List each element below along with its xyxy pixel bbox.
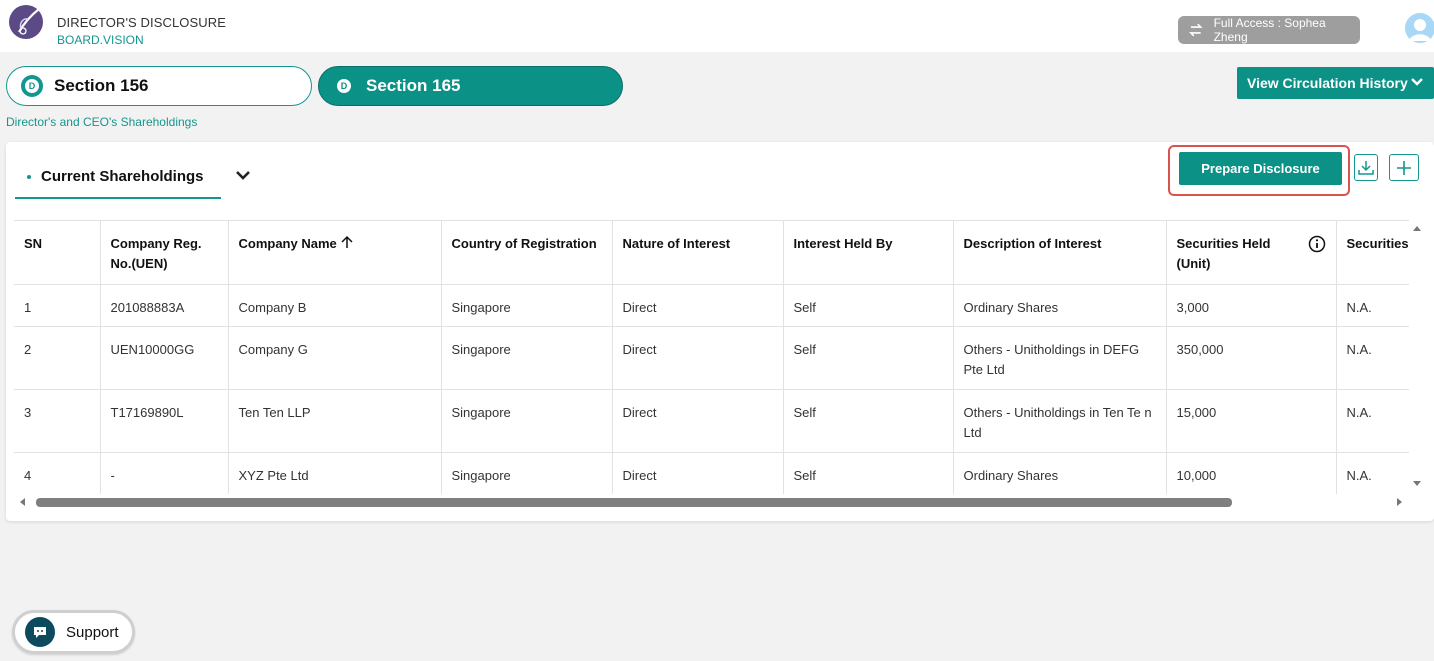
breadcrumb[interactable]: Director's and CEO's Shareholdings <box>6 115 197 129</box>
cell-reg: 201088883A <box>100 284 229 327</box>
prepare-disclosure-button[interactable]: Prepare Disclosure <box>1179 152 1342 185</box>
cell-securities-held: 15,000 <box>1166 389 1337 453</box>
cell-reg: UEN10000GG <box>100 326 229 390</box>
shareholdings-card: Current Shareholdings Prepare Disclosure… <box>6 142 1434 521</box>
cell-securities: N.A. <box>1336 326 1409 390</box>
col-header-nature[interactable]: Nature of Interest <box>612 221 784 285</box>
table-row[interactable]: 3 T17169890L Ten Ten LLP Singapore Direc… <box>14 389 1409 453</box>
col-header-company-reg[interactable]: Company Reg. No.(UEN) <box>100 221 229 285</box>
cell-securities: N.A. <box>1336 284 1409 327</box>
table-row[interactable]: 4 - XYZ Pte Ltd Singapore Direct Self Or… <box>14 452 1409 494</box>
add-button[interactable] <box>1389 154 1419 181</box>
cell-held-by: Self <box>783 326 954 390</box>
cell-company: Company G <box>228 326 442 390</box>
section-badge-icon: D <box>333 75 355 97</box>
bullet-icon <box>27 175 31 179</box>
tab-label: Section 156 <box>54 76 149 95</box>
scroll-right-icon[interactable] <box>1396 497 1404 507</box>
col-header-country[interactable]: Country of Registration <box>441 221 613 285</box>
col-header-sn[interactable]: SN <box>14 221 101 285</box>
tab-section-165[interactable]: D Section 165 <box>318 66 623 106</box>
scrollbar-thumb[interactable] <box>36 498 1232 507</box>
tab-label: Current Shareholdings <box>41 168 204 185</box>
cell-sn: 2 <box>14 326 101 390</box>
table-header-row: SN Company Reg. No.(UEN) Company Name Co… <box>14 221 1409 285</box>
cell-company: Ten Ten LLP <box>228 389 442 453</box>
view-circulation-history-button[interactable]: View Circulation History <box>1237 67 1434 99</box>
cell-country: Singapore <box>441 284 613 327</box>
col-header-securities[interactable]: Securities <box>1336 221 1409 285</box>
table-row[interactable]: 1 201088883A Company B Singapore Direct … <box>14 284 1409 327</box>
cell-company: XYZ Pte Ltd <box>228 452 442 494</box>
scroll-left-icon[interactable] <box>18 497 26 507</box>
col-header-securities-held[interactable]: Securities Held (Unit) <box>1166 221 1337 285</box>
cell-country: Singapore <box>441 452 613 494</box>
download-icon <box>1358 160 1374 175</box>
cell-description: Ordinary Shares <box>953 452 1167 494</box>
cell-held-by: Self <box>783 284 954 327</box>
chevron-down-icon <box>1411 78 1423 86</box>
cell-description: Others - Unitholdings in DEFG Pte Ltd <box>953 326 1167 390</box>
cell-description: Others - Unitholdings in Ten Te n Ltd <box>953 389 1167 453</box>
cell-nature: Direct <box>612 389 784 453</box>
support-label: Support <box>66 623 119 641</box>
cell-country: Singapore <box>441 389 613 453</box>
cell-country: Singapore <box>441 326 613 390</box>
swap-icon <box>1189 23 1203 37</box>
cell-nature: Direct <box>612 326 784 390</box>
cell-securities-held: 10,000 <box>1166 452 1337 494</box>
access-switch-button[interactable]: Full Access : Sophea Zheng <box>1178 16 1360 44</box>
vertical-scrollbar[interactable] <box>1409 220 1425 494</box>
scroll-down-icon[interactable] <box>1412 480 1422 488</box>
download-button[interactable] <box>1354 154 1378 181</box>
support-button[interactable]: Support <box>12 610 135 654</box>
top-bar: DIRECTOR'S DISCLOSURE BOARD.VISION Full … <box>0 0 1434 52</box>
horizontal-scrollbar[interactable] <box>14 494 1409 510</box>
cell-sn: 4 <box>14 452 101 494</box>
cell-nature: Direct <box>612 452 784 494</box>
section-badge-icon: D <box>21 75 43 97</box>
plus-icon <box>1397 160 1411 175</box>
cell-description: Ordinary Shares <box>953 284 1167 327</box>
cell-reg: T17169890L <box>100 389 229 453</box>
sort-up-icon[interactable] <box>340 235 354 249</box>
cell-securities-held: 350,000 <box>1166 326 1337 390</box>
cell-held-by: Self <box>783 452 954 494</box>
col-header-held-by[interactable]: Interest Held By <box>783 221 954 285</box>
cell-held-by: Self <box>783 389 954 453</box>
cell-nature: Direct <box>612 284 784 327</box>
circulation-label: View Circulation History <box>1247 75 1408 91</box>
col-header-description[interactable]: Description of Interest <box>953 221 1167 285</box>
chevron-down-icon[interactable] <box>235 169 251 183</box>
table-row[interactable]: 2 UEN10000GG Company G Singapore Direct … <box>14 326 1409 390</box>
app-title: DIRECTOR'S DISCLOSURE <box>57 15 227 30</box>
cell-securities: N.A. <box>1336 389 1409 453</box>
cell-company: Company B <box>228 284 442 327</box>
tab-label: Section 165 <box>366 76 461 95</box>
cell-securities: N.A. <box>1336 452 1409 494</box>
cell-sn: 1 <box>14 284 101 327</box>
cell-reg: - <box>100 452 229 494</box>
chat-icon <box>25 617 55 647</box>
avatar-icon[interactable] <box>1405 13 1434 43</box>
info-icon[interactable] <box>1308 235 1326 253</box>
tab-current-shareholdings[interactable]: Current Shareholdings <box>15 161 221 199</box>
shareholdings-table: SN Company Reg. No.(UEN) Company Name Co… <box>14 220 1409 494</box>
access-label: Full Access : Sophea Zheng <box>1213 16 1326 44</box>
col-header-company-name[interactable]: Company Name <box>228 221 442 285</box>
scroll-up-icon[interactable] <box>1412 224 1422 232</box>
app-subtitle: BOARD.VISION <box>57 33 144 47</box>
logo-icon[interactable] <box>9 5 43 39</box>
tab-section-156[interactable]: D Section 156 <box>6 66 312 106</box>
cell-sn: 3 <box>14 389 101 453</box>
cell-securities-held: 3,000 <box>1166 284 1337 327</box>
